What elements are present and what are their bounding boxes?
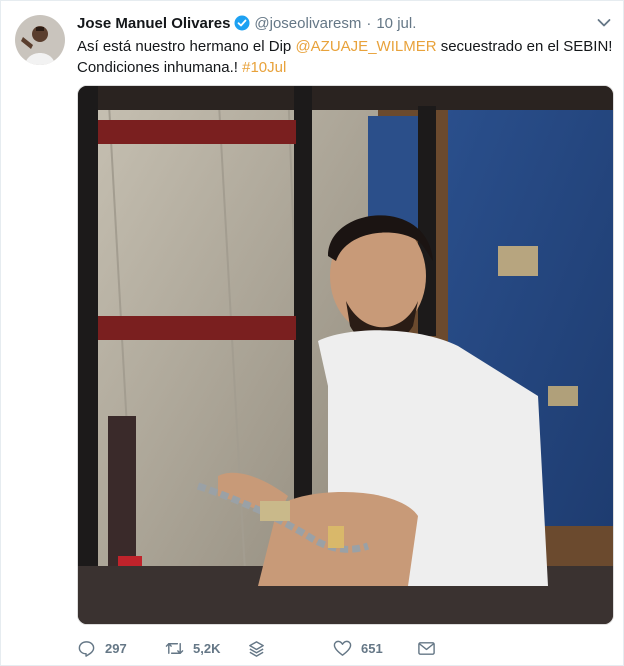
tweet-header: Jose Manuel Olivares @joseolivaresm · 10…: [77, 13, 613, 33]
mention-link[interactable]: @AZUAJE_WILMER: [295, 38, 436, 55]
like-button[interactable]: 651: [333, 637, 383, 659]
reply-icon: [78, 640, 95, 657]
tweet: Jose Manuel Olivares @joseolivaresm · 10…: [0, 0, 624, 666]
like-count: 651: [361, 640, 383, 656]
author-name[interactable]: Jose Manuel Olivares: [77, 15, 230, 32]
avatar[interactable]: [15, 15, 65, 65]
verified-badge-icon: [234, 15, 250, 31]
tweet-actions: 297 5,2K 651: [77, 637, 617, 659]
tweet-timestamp[interactable]: 10 jul.: [376, 15, 416, 32]
retweet-icon: [165, 642, 184, 654]
author-handle[interactable]: @joseolivaresm: [254, 15, 361, 32]
reply-button[interactable]: 297: [77, 637, 127, 659]
tweet-text-part: Así está nuestro hermano el Dip: [77, 38, 296, 55]
retweet-button[interactable]: 5,2K: [165, 637, 220, 659]
separator-dot: ·: [366, 14, 372, 32]
hashtag-link[interactable]: #10Jul: [242, 59, 286, 76]
chevron-down-icon[interactable]: [597, 15, 611, 27]
reply-count: 297: [105, 640, 127, 656]
tweet-text: Así está nuestro hermano el Dip @AZUAJE_…: [77, 36, 617, 78]
retweet-count: 5,2K: [193, 640, 221, 656]
heart-icon: [333, 640, 352, 656]
tweet-photo[interactable]: [77, 85, 614, 625]
dm-button[interactable]: [417, 637, 445, 659]
envelope-icon: [418, 641, 435, 655]
stack-icon: [249, 640, 264, 657]
stack-button[interactable]: [247, 637, 275, 659]
